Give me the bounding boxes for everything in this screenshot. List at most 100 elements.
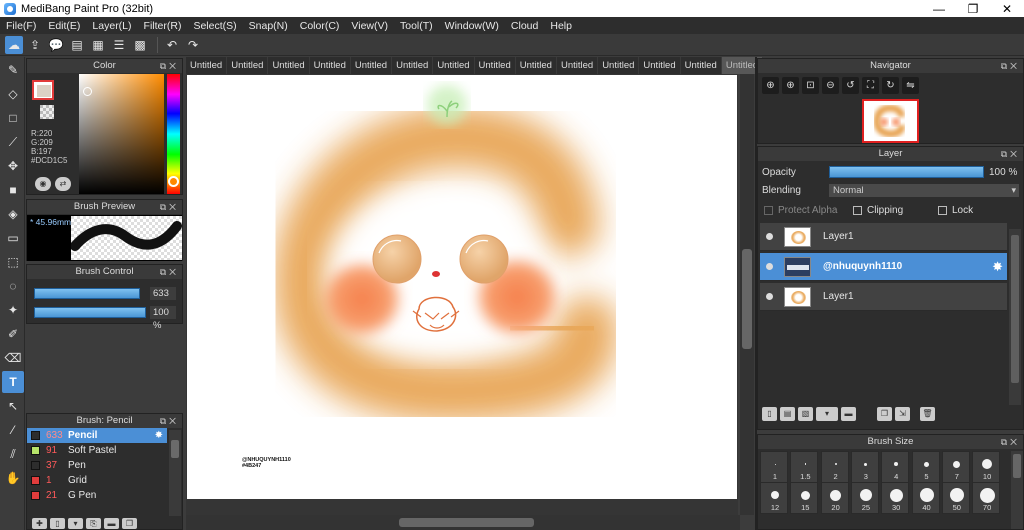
layer-item[interactable]: Layer1: [760, 283, 1007, 311]
document-tab[interactable]: Untitled: [392, 57, 434, 74]
navigator-thumbnail[interactable]: [862, 99, 919, 143]
layer-item[interactable]: Layer1: [760, 223, 1007, 251]
brush-size-option[interactable]: 10: [972, 451, 1001, 483]
select-eraser-icon[interactable]: ⌫: [2, 347, 24, 369]
brush-size-option[interactable]: 7: [941, 451, 970, 483]
menu-layer[interactable]: Layer(L): [88, 20, 135, 32]
maximize-button[interactable]: ❐: [956, 0, 990, 17]
panel-controls-icon[interactable]: ⧉✕: [1001, 435, 1020, 449]
canvas-area[interactable]: @NHUQUYNH1110 #4B247: [186, 74, 738, 515]
clipping-checkbox[interactable]: Clipping: [853, 205, 903, 216]
layer-folder-icon[interactable]: ▬: [841, 407, 856, 421]
redo-icon[interactable]: ↷: [184, 36, 202, 54]
new-1bit-layer-icon[interactable]: ▧: [798, 407, 813, 421]
brush-size-scrollbar[interactable]: [1011, 451, 1023, 529]
menu-snap[interactable]: Snap(N): [245, 20, 292, 32]
color-swap-icon[interactable]: ⇄: [55, 177, 71, 191]
brush-size-option[interactable]: 40: [911, 482, 940, 514]
cloud-icon[interactable]: ☁: [5, 35, 23, 54]
brush-list-item[interactable]: 633 Pencil ✸: [27, 428, 167, 443]
brush-size-option[interactable]: 12: [760, 482, 788, 514]
brush-tool-icon[interactable]: ✎: [2, 59, 24, 81]
document-icon[interactable]: ▦: [89, 36, 107, 54]
menu-tool[interactable]: Tool(T): [396, 20, 437, 32]
blending-select[interactable]: Normal: [829, 184, 1019, 197]
drawing-canvas[interactable]: @NHUQUYNH1110 #4B247: [187, 75, 737, 499]
zoom-in-icon[interactable]: ⊕: [762, 77, 779, 94]
menu-color[interactable]: Color(C): [296, 20, 344, 32]
menu-cloud[interactable]: Cloud: [507, 20, 542, 32]
brush-list-item[interactable]: 91 Soft Pastel: [27, 443, 167, 458]
menu-view[interactable]: View(V): [347, 20, 392, 32]
hue-slider-handle[interactable]: [168, 176, 179, 187]
move-tool-icon[interactable]: ✥: [2, 155, 24, 177]
text-tool-icon[interactable]: T: [2, 371, 24, 393]
rectangle-tool-icon[interactable]: □: [2, 107, 24, 129]
panel-controls-icon[interactable]: ⧉✕: [160, 265, 179, 279]
new-brush-icon[interactable]: ▯: [50, 518, 65, 529]
brush-size-option[interactable]: 2: [820, 451, 849, 483]
zoom-out-icon[interactable]: ⊖: [822, 77, 839, 94]
brush-size-option[interactable]: 1: [760, 451, 788, 483]
operation-icon[interactable]: ↖: [2, 395, 24, 417]
grid-icon[interactable]: ▩: [131, 36, 149, 54]
brush-size-option[interactable]: 50: [941, 482, 970, 514]
brush-size-option[interactable]: 15: [790, 482, 819, 514]
document-tab[interactable]: Untitled: [227, 57, 269, 74]
visibility-icon[interactable]: [766, 233, 773, 240]
brush-menu-icon[interactable]: ▾: [68, 518, 83, 529]
undo-icon[interactable]: ↶: [163, 36, 181, 54]
canvas-vertical-scrollbar[interactable]: [740, 74, 754, 515]
brush-list-item[interactable]: 21 G Pen: [27, 488, 167, 503]
layer-list-scrollbar[interactable]: [1009, 229, 1021, 405]
new-halftone-layer-icon[interactable]: ▤: [780, 407, 795, 421]
menu-select[interactable]: Select(S): [189, 20, 240, 32]
fill-rect-icon[interactable]: ■: [2, 179, 24, 201]
document-tab[interactable]: Untitled: [639, 57, 681, 74]
brush-size-option[interactable]: 4: [881, 451, 910, 483]
panel-controls-icon[interactable]: ⧉✕: [160, 414, 179, 428]
background-color-swatch[interactable]: [40, 105, 54, 119]
layer-item[interactable]: @nhuquynh1110 ✸: [760, 253, 1007, 281]
menu-filter[interactable]: Filter(R): [140, 20, 186, 32]
gear-icon[interactable]: ✸: [992, 259, 1003, 275]
duplicate-layer-icon[interactable]: ❐: [877, 407, 892, 421]
visibility-icon[interactable]: [766, 293, 773, 300]
brush-size-option[interactable]: 25: [850, 482, 879, 514]
brush-size-value[interactable]: 633: [150, 287, 176, 300]
fit-icon[interactable]: ⊡: [802, 77, 819, 94]
folder-icon[interactable]: ▬: [104, 518, 119, 529]
color-picker-cursor[interactable]: [83, 87, 92, 96]
add-layer-menu-icon[interactable]: ▾: [816, 407, 838, 421]
rotate-left-icon[interactable]: ↺: [842, 77, 859, 94]
add-brush-icon[interactable]: ✚: [32, 518, 47, 529]
merge-layer-icon[interactable]: ⇲: [895, 407, 910, 421]
share-icon[interactable]: ⇪: [26, 36, 44, 54]
eraser-tool-icon[interactable]: ◇: [2, 83, 24, 105]
brush-list-item[interactable]: 37 Pen: [27, 458, 167, 473]
layer-opacity-value[interactable]: 100 %: [989, 167, 1017, 178]
brush-list-item[interactable]: 1 Grid: [27, 473, 167, 488]
visibility-icon[interactable]: [766, 263, 773, 270]
lasso-icon[interactable]: ◌: [2, 275, 24, 297]
close-button[interactable]: ✕: [990, 0, 1024, 17]
flip-icon[interactable]: ⇋: [902, 77, 919, 94]
brush-size-option[interactable]: 30: [881, 482, 910, 514]
pen-line-icon[interactable]: ⟋: [2, 131, 24, 153]
rotate-right-icon[interactable]: ↻: [882, 77, 899, 94]
foreground-color-swatch[interactable]: [32, 80, 54, 100]
brush-size-slider[interactable]: [34, 288, 141, 299]
document-tab[interactable]: Untitled: [557, 57, 599, 74]
document-tab[interactable]: Untitled: [433, 57, 475, 74]
layer-opacity-slider[interactable]: [829, 166, 984, 178]
hand-tool-icon[interactable]: ✋: [2, 467, 24, 489]
canvas-horizontal-scrollbar[interactable]: [186, 515, 740, 530]
brush-size-option[interactable]: 70: [972, 482, 1001, 514]
document-tab[interactable]: Untitled: [351, 57, 393, 74]
select-rect-icon[interactable]: ⬚: [2, 251, 24, 273]
list-icon[interactable]: ☰: [110, 36, 128, 54]
copy-brush-icon[interactable]: ⎘: [86, 518, 101, 529]
gradient-icon[interactable]: ▭: [2, 227, 24, 249]
document-tab[interactable]: Untitled: [268, 57, 310, 74]
fullscreen-icon[interactable]: ⛶: [862, 77, 879, 94]
